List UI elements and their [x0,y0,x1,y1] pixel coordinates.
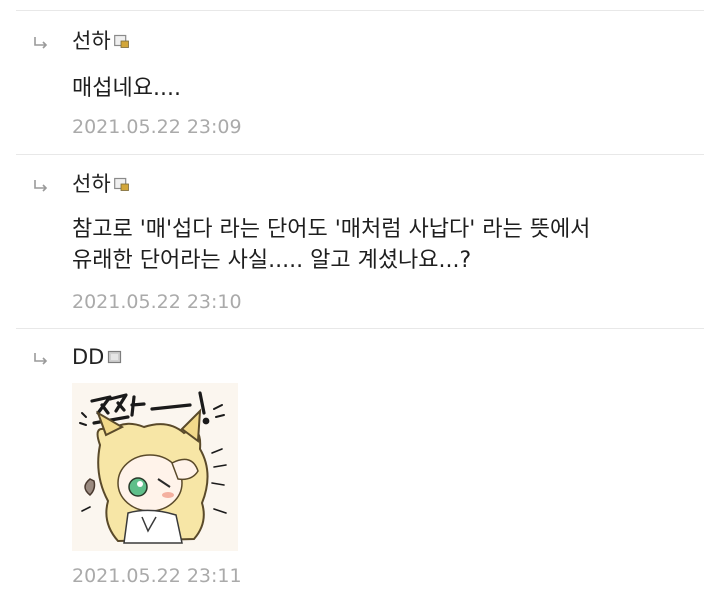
comment-timestamp: 2021.05.22 23:11 [72,565,242,587]
divider [16,328,704,329]
comment-author[interactable]: DD [72,343,122,371]
member-badge-icon [113,34,129,48]
comment-author[interactable]: 선하 [72,170,129,198]
member-badge-icon [113,177,129,191]
comment-text: 참고로 '매'섭다 라는 단어도 '매처럼 사납다' 라는 뜻에서 유래한 단어… [72,217,591,273]
reply-arrow-icon [34,353,48,365]
divider [16,10,704,11]
reply-arrow-icon [34,180,48,192]
guest-badge-icon [108,350,122,364]
reply-arrow-icon [34,37,48,49]
author-name[interactable]: DD [72,343,104,371]
comment-timestamp: 2021.05.22 23:09 [72,116,242,138]
divider [16,154,704,155]
sticker-image[interactable] [72,383,238,551]
comment-author[interactable]: 선하 [72,27,129,55]
author-name[interactable]: 선하 [72,27,111,55]
comment-timestamp: 2021.05.22 23:10 [72,291,242,313]
author-name[interactable]: 선하 [72,170,111,198]
comment-text: 매섭네요.... [72,76,181,101]
